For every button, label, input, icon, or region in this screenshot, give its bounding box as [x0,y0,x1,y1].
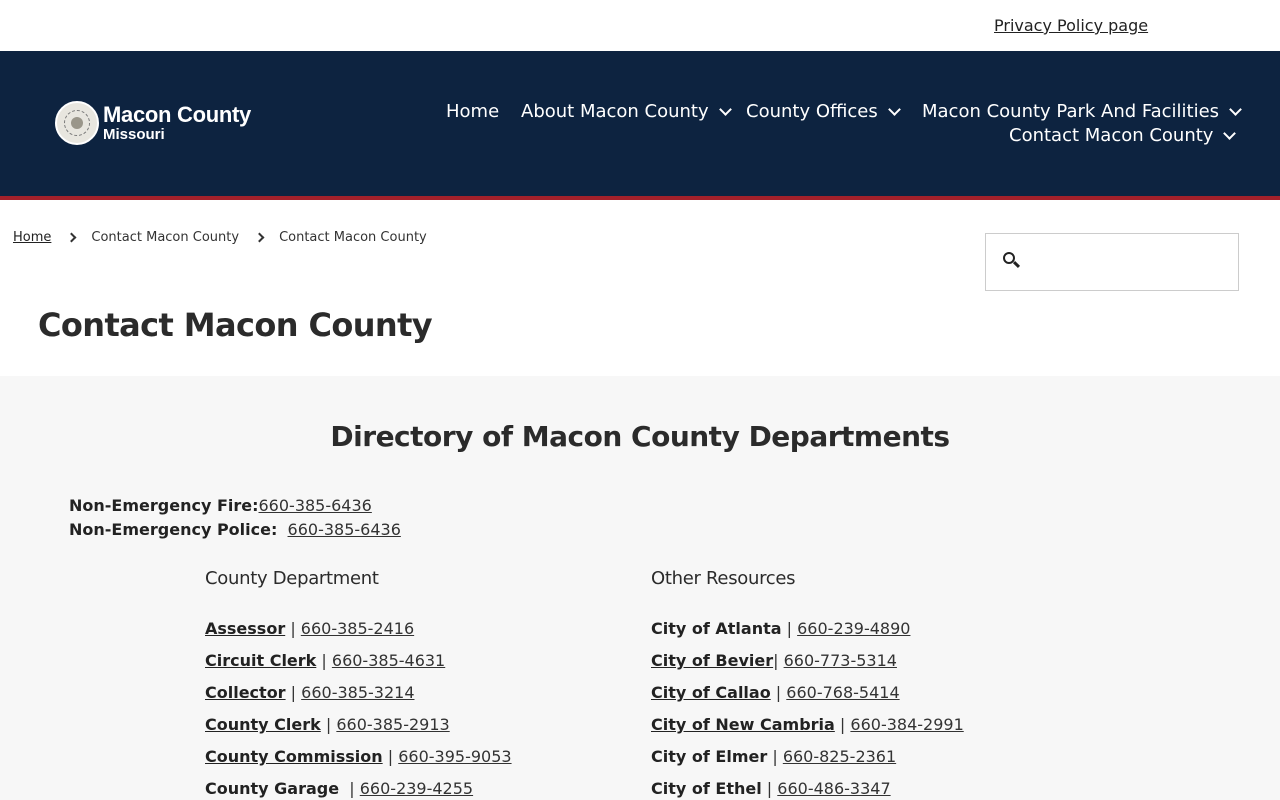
separator: | [775,683,782,702]
department-link[interactable]: County Commission [205,747,383,766]
search-box[interactable] [985,233,1239,291]
list-item: Circuit Clerk | 660-385-4631 [205,651,445,670]
privacy-policy-link[interactable]: Privacy Policy page [994,16,1148,35]
phone-link[interactable]: 660-385-4631 [332,651,445,670]
separator: | [773,651,779,670]
separator: | [349,779,355,798]
top-utility-bar: Privacy Policy page [0,0,1280,51]
fire-label: Non-Emergency Fire: [69,496,259,515]
page-title: Contact Macon County [38,306,433,344]
breadcrumb: Home Contact Macon County Contact Macon … [13,230,427,245]
non-emergency-police: Non-Emergency Police: 660-385-6436 [69,520,401,539]
nav-about[interactable]: About Macon County [521,101,732,122]
separator: | [786,619,793,638]
nav-contact-label: Contact Macon County [1009,125,1214,146]
chevron-down-icon [1223,126,1237,140]
site-logo[interactable]: Macon County Missouri [55,101,251,145]
separator: | [325,715,332,734]
resource-link[interactable]: City of Callao [651,683,771,702]
department-link[interactable]: Circuit Clerk [205,651,316,670]
list-item: City of Ethel | 660-486-3347 [651,779,891,798]
department-link[interactable]: Assessor [205,619,285,638]
police-label: Non-Emergency Police: [69,520,278,539]
separator: | [290,619,296,638]
county-seal-icon [55,101,99,145]
breadcrumb-home[interactable]: Home [13,230,51,245]
other-resources-heading: Other Resources [651,568,796,589]
resource-link[interactable]: City of New Cambria [651,715,835,734]
non-emergency-fire: Non-Emergency Fire:660-385-6436 [69,496,372,515]
chevron-down-icon [718,102,732,116]
breadcrumb-item: Contact Macon County [91,230,240,245]
logo-subtitle: Missouri [103,126,165,143]
search-icon[interactable] [1003,252,1021,269]
resource-name: City of Elmer [651,747,768,766]
logo-title: Macon County [103,102,251,127]
list-item: County Garage | 660-239-4255 [205,779,473,798]
chevron-down-icon [1229,102,1242,116]
phone-link[interactable]: 660-385-3214 [301,683,414,702]
nav-county-offices[interactable]: County Offices [746,101,901,122]
phone-link[interactable]: 660-239-4890 [797,619,910,638]
nav-county-offices-label: County Offices [746,101,878,122]
phone-link[interactable]: 660-239-4255 [360,779,473,798]
department-link[interactable]: Collector [205,683,286,702]
separator: | [839,715,846,734]
search-input[interactable] [1034,244,1224,280]
site-header: Macon County Missouri Home About Macon C… [0,51,1280,196]
fire-phone-link[interactable]: 660-385-6436 [259,496,372,515]
nav-home[interactable]: Home [446,101,499,122]
nav-parks-label: Macon County Park And Facilities [922,101,1220,122]
separator: | [387,747,394,766]
list-item: County Commission | 660-395-9053 [205,747,512,766]
police-phone-link[interactable]: 660-385-6436 [288,520,401,539]
phone-link[interactable]: 660-768-5414 [786,683,899,702]
chevron-right-icon [254,232,265,243]
chevron-right-icon [66,232,77,243]
phone-link[interactable]: 660-486-3347 [777,779,890,798]
phone-link[interactable]: 660-825-2361 [783,747,896,766]
county-department-heading: County Department [205,568,379,589]
phone-link[interactable]: 660-395-9053 [398,747,511,766]
nav-home-label: Home [446,101,500,122]
list-item: County Clerk | 660-385-2913 [205,715,450,734]
list-item: City of New Cambria | 660-384-2991 [651,715,964,734]
phone-link[interactable]: 660-384-2991 [850,715,963,734]
phone-link[interactable]: 660-385-2913 [336,715,449,734]
resource-link[interactable]: City of Bevier [651,651,773,670]
list-item: City of Callao | 660-768-5414 [651,683,900,702]
chevron-down-icon [887,102,901,116]
nav-contact[interactable]: Contact Macon County [1009,125,1237,146]
separator: | [772,747,778,766]
department-link[interactable]: County Clerk [205,715,321,734]
list-item: City of Atlanta | 660-239-4890 [651,619,910,638]
separator: | [766,779,773,798]
phone-link[interactable]: 660-773-5314 [784,651,897,670]
list-item: Collector | 660-385-3214 [205,683,415,702]
list-item: Assessor | 660-385-2416 [205,619,414,638]
breadcrumb-current: Contact Macon County [279,230,427,245]
separator: | [290,683,297,702]
nav-about-label: About Macon County [521,101,709,122]
list-item: City of Bevier| 660-773-5314 [651,651,897,670]
phone-link[interactable]: 660-385-2416 [301,619,414,638]
directory-title: Directory of Macon County Departments [330,420,950,453]
resource-name: City of Ethel [651,779,762,798]
department-name: County Garage [205,779,340,798]
separator: | [321,651,327,670]
resource-name: City of Atlanta [651,619,782,638]
list-item: City of Elmer | 660-825-2361 [651,747,896,766]
nav-parks[interactable]: Macon County Park And Facilities [922,101,1242,122]
